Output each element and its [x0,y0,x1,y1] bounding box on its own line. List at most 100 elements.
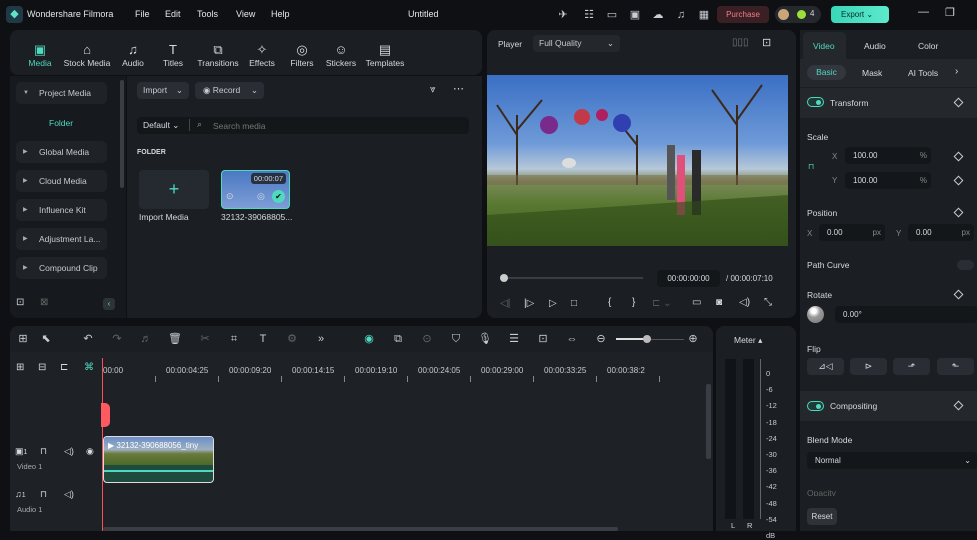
cut-icon[interactable]: ✂ [198,332,212,346]
save-icon[interactable]: ▣ [628,8,642,22]
video-preview[interactable] [487,75,788,246]
compositing-toggle[interactable] [807,401,824,411]
group-icon[interactable]: ⊏ [60,362,68,373]
rotate-clockwise-button[interactable]: ⬏ [893,358,930,375]
scope-icon[interactable]: ⊡ [762,36,771,49]
fullscreen-icon[interactable]: ⤡ [764,297,772,308]
menu-file[interactable]: File [135,9,150,19]
quality-dropdown[interactable]: Full Quality ⌄ [533,35,620,52]
media-clip-thumbnail[interactable]: 00:00:07 ⊙ ◎ ✔ [221,170,290,209]
restore-icon[interactable]: ❐ [945,6,955,19]
menu-help[interactable]: Help [271,9,290,19]
stop-icon[interactable]: □ [571,298,577,309]
ai-assistant-icon[interactable]: ◉ [362,332,376,346]
microphone-icon[interactable]: 🎙 [478,332,492,346]
render-icon[interactable]: ⊙ [420,332,434,346]
sidebar-item-cloud-media[interactable]: ▶ Cloud Media [16,170,107,192]
position-y-input[interactable]: 0.00 px [908,224,974,241]
timeline-video-clip[interactable]: ▶ 32132-390688056_tiny [103,436,214,483]
minimize-icon[interactable]: — [918,6,929,18]
account-credits[interactable]: 4 [775,6,821,23]
sidebar-item-compound-clip[interactable]: ▶ Compound Clip [16,257,107,279]
send-icon[interactable]: ✈ [556,8,570,22]
audio-edit-icon[interactable]: ♬ [139,332,153,346]
meter-label[interactable]: Meter ▴ [734,335,762,346]
subtab-mask[interactable]: Mask [862,68,882,78]
playhead[interactable] [102,358,103,531]
tab-templates[interactable]: ▤ Templates [365,42,405,68]
zoom-out-icon[interactable]: ⊖ [594,332,608,346]
lock-track-icon[interactable]: ⊓ [40,446,47,457]
lock-icon[interactable]: ⊓ [808,162,814,171]
marker-icon[interactable]: ⛉ [449,332,463,346]
record-button[interactable]: ◉ Record ⌄ [195,82,264,99]
sidebar-folder[interactable]: Folder [49,118,73,128]
purchase-button[interactable]: Purchase [717,6,769,23]
undo-icon[interactable]: ↶ [81,332,95,346]
layout-grid-icon[interactable]: ⊞ [16,332,30,346]
previous-frame-icon[interactable]: ◁| [500,298,510,309]
preview-icon[interactable]: ◎ [257,191,265,202]
playhead-marker[interactable] [101,403,110,427]
rotate-counterclockwise-button[interactable]: ⬑ [937,358,974,375]
menu-edit[interactable]: Edit [165,9,181,19]
collapse-sidebar-button[interactable]: ‹ [103,298,115,310]
menu-tools[interactable]: Tools [197,9,218,19]
sidebar-item-adjustment-layer[interactable]: ▶ Adjustment La... [16,228,107,250]
blend-mode-dropdown[interactable]: Normal ⌄ [807,452,977,469]
tab-color[interactable]: Color [918,41,938,51]
rotate-dial[interactable] [807,306,824,323]
clip-settings-icon[interactable]: ⊡ [536,332,550,346]
cloud-icon[interactable]: ☁ [651,8,665,22]
timeline-vertical-scrollbar[interactable] [706,384,711,459]
tab-stock-media[interactable]: ⌂ Stock Media [64,42,111,68]
subtab-ai-tools[interactable]: AI Tools [908,68,938,78]
sidebar-item-project-media[interactable]: ▼ Project Media [16,82,107,104]
delete-folder-icon[interactable]: ⊠ [40,297,48,308]
menu-view[interactable]: View [236,9,255,19]
more-options-icon[interactable]: ⋯ [453,82,464,95]
add-track-icon[interactable]: ⊞ [16,362,24,373]
subtab-basic[interactable]: Basic [807,65,846,80]
mark-in-icon[interactable]: { [608,297,611,308]
filter-sort-icon[interactable]: ⩔ [430,84,436,95]
grid-view-icon[interactable]: ▯▯▯ [732,37,749,48]
link-icon[interactable]: ⊟ [38,362,46,373]
import-button[interactable]: Import ⌄ [137,82,189,99]
chevron-right-icon[interactable]: › [955,66,958,77]
display-icon[interactable]: ▭ [692,297,701,308]
timeline-horizontal-scrollbar[interactable] [103,527,618,531]
sort-dropdown[interactable]: Default ⌄ [143,120,179,131]
position-x-input[interactable]: 0.00 px [819,224,885,241]
tab-titles[interactable]: T Titles [153,42,193,68]
layout-icon[interactable]: ▭ [605,8,619,22]
crop-icon[interactable]: ⌗ [227,332,241,346]
playback-progress-track[interactable] [503,277,643,279]
export-button[interactable]: Export ⌄ [831,6,889,23]
text-tool-icon[interactable]: T [256,332,270,346]
snapshot-icon[interactable]: ◙ [716,297,722,308]
checklist-icon[interactable]: ☷ [582,8,596,22]
ai-video-icon[interactable]: ⧉ [391,332,405,346]
current-time[interactable]: 00:00:00:00 [657,270,720,287]
sidebar-scrollbar[interactable] [120,80,124,188]
scale-x-input[interactable]: 100.00% [845,147,931,164]
lock-track-icon[interactable]: ⊓ [40,489,47,500]
play-icon[interactable]: ▷ [549,298,557,309]
path-curve-toggle[interactable] [957,260,974,270]
apps-icon[interactable]: ▦ [697,8,711,22]
redo-icon[interactable]: ↷ [110,332,124,346]
tab-video[interactable]: Video [813,41,835,51]
transform-toggle[interactable] [807,97,824,107]
tab-audio[interactable]: Audio [864,41,886,51]
tab-media[interactable]: ▣ Media [20,42,60,68]
flip-horizontal-button[interactable]: ⊿◁ [807,358,844,375]
sidebar-item-influence-kit[interactable]: ▶ Influence Kit [16,199,107,221]
delete-icon[interactable]: 🗑 [168,332,182,346]
select-tool-icon[interactable]: ⬉ [39,332,53,346]
playback-scrubber[interactable] [500,274,508,282]
visibility-icon[interactable]: ◉ [86,446,94,457]
motion-icon[interactable]: ⚙ [285,332,299,346]
mute-track-icon[interactable]: ◁) [64,446,74,457]
snap-icon[interactable]: ⌘ [84,362,94,373]
